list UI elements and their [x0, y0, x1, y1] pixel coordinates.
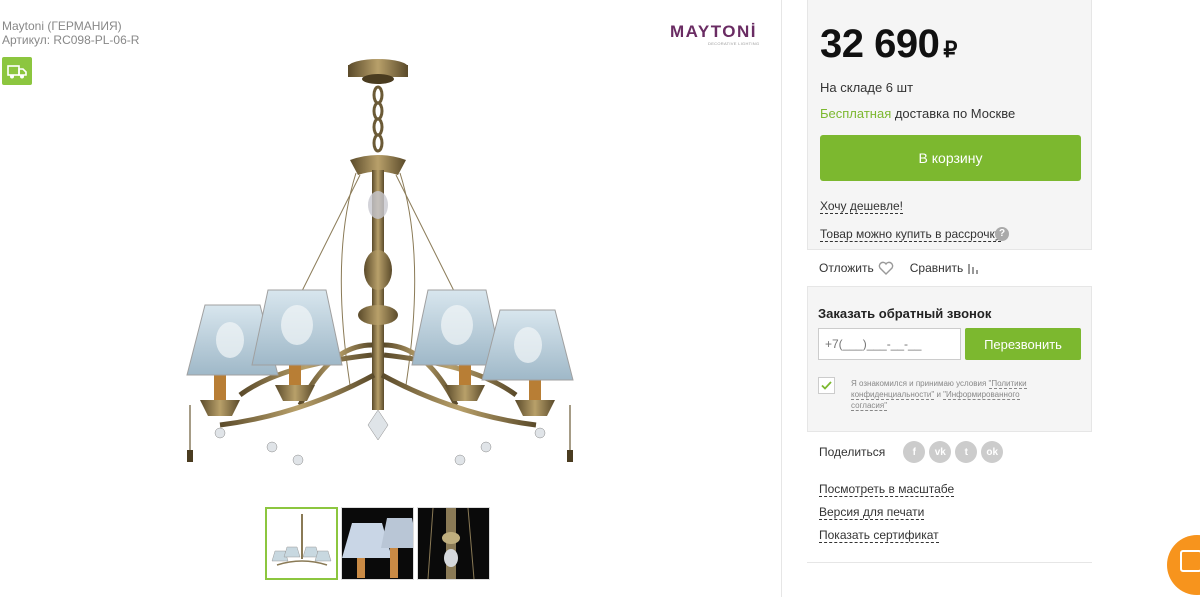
installment-link[interactable]: Товар можно купить в рассрочку [820, 227, 1001, 242]
delivery-free-label: Бесплатная [820, 106, 892, 121]
consent-text: Я ознакомился и принимаю условия "Полити… [851, 378, 1031, 411]
share-label: Поделиться [819, 445, 886, 459]
vkontakte-icon[interactable]: vk [929, 441, 952, 463]
thumbnail-1[interactable] [265, 507, 338, 580]
thumbnail-strip [265, 507, 490, 580]
callback-title: Заказать обратный звонок [818, 306, 992, 321]
delivery-rest-label: доставка по Москве [891, 106, 1016, 121]
compare-label: Сравнить [909, 261, 964, 275]
consent-checkbox[interactable] [818, 377, 835, 394]
buy-box: 32 690 ₽ На складе 6 шт Бесплатная достав… [807, 0, 1092, 250]
delivery-truck-icon [2, 57, 32, 85]
show-certificate-link[interactable]: Показать сертификат [819, 528, 939, 543]
chat-icon [1180, 550, 1200, 572]
thumbnail-3[interactable] [417, 507, 490, 580]
odnoklassniki-icon[interactable]: ok [981, 441, 1004, 463]
postpone-button[interactable]: Отложить [819, 261, 894, 275]
zoom-view-link[interactable]: Посмотреть в масштабе [819, 482, 955, 497]
postpone-label: Отложить [819, 261, 874, 275]
checkmark-icon [821, 381, 832, 390]
phone-input[interactable] [818, 328, 961, 360]
brand-logo: MAYTONİ [670, 22, 758, 41]
product-brand: Maytoni (ГЕРМАНИЯ) [2, 19, 122, 33]
twitter-icon[interactable]: t [955, 441, 978, 463]
divider [807, 562, 1092, 563]
recall-button[interactable]: Перезвонить [965, 328, 1081, 360]
help-icon[interactable]: ? [995, 227, 1009, 241]
product-actions: Отложить Сравнить [819, 261, 979, 275]
compare-button[interactable]: Сравнить [910, 261, 979, 275]
price: 32 690 ₽ [820, 22, 957, 67]
print-version-link[interactable]: Версия для печати [819, 505, 925, 520]
brand-logo-subtitle: DECORATIVE LIGHTING [708, 41, 760, 46]
product-main-image[interactable] [160, 55, 600, 480]
share-row: Поделиться f vk t ok [819, 441, 1007, 463]
consent-and: и [934, 390, 944, 399]
consent-intro: Я ознакомился и принимаю условия [851, 379, 989, 388]
product-sku: Артикул: RC098-PL-06-R [2, 33, 140, 47]
thumbnail-2[interactable] [341, 507, 414, 580]
add-to-cart-button[interactable]: В корзину [820, 135, 1081, 181]
price-value: 32 690 [820, 22, 940, 66]
compare-bars-icon [968, 264, 979, 274]
stock-status: На складе 6 шт [820, 80, 914, 95]
want-cheaper-link[interactable]: Хочу дешевле! [820, 199, 903, 214]
product-panel: Maytoni (ГЕРМАНИЯ) Артикул: RC098-PL-06-… [0, 0, 782, 597]
facebook-icon[interactable]: f [903, 441, 926, 463]
currency-symbol: ₽ [943, 37, 957, 62]
callback-form: Заказать обратный звонок Перезвонить Я о… [807, 286, 1092, 432]
heart-icon [878, 261, 893, 275]
delivery-info: Бесплатная доставка по Москве [820, 106, 1015, 121]
